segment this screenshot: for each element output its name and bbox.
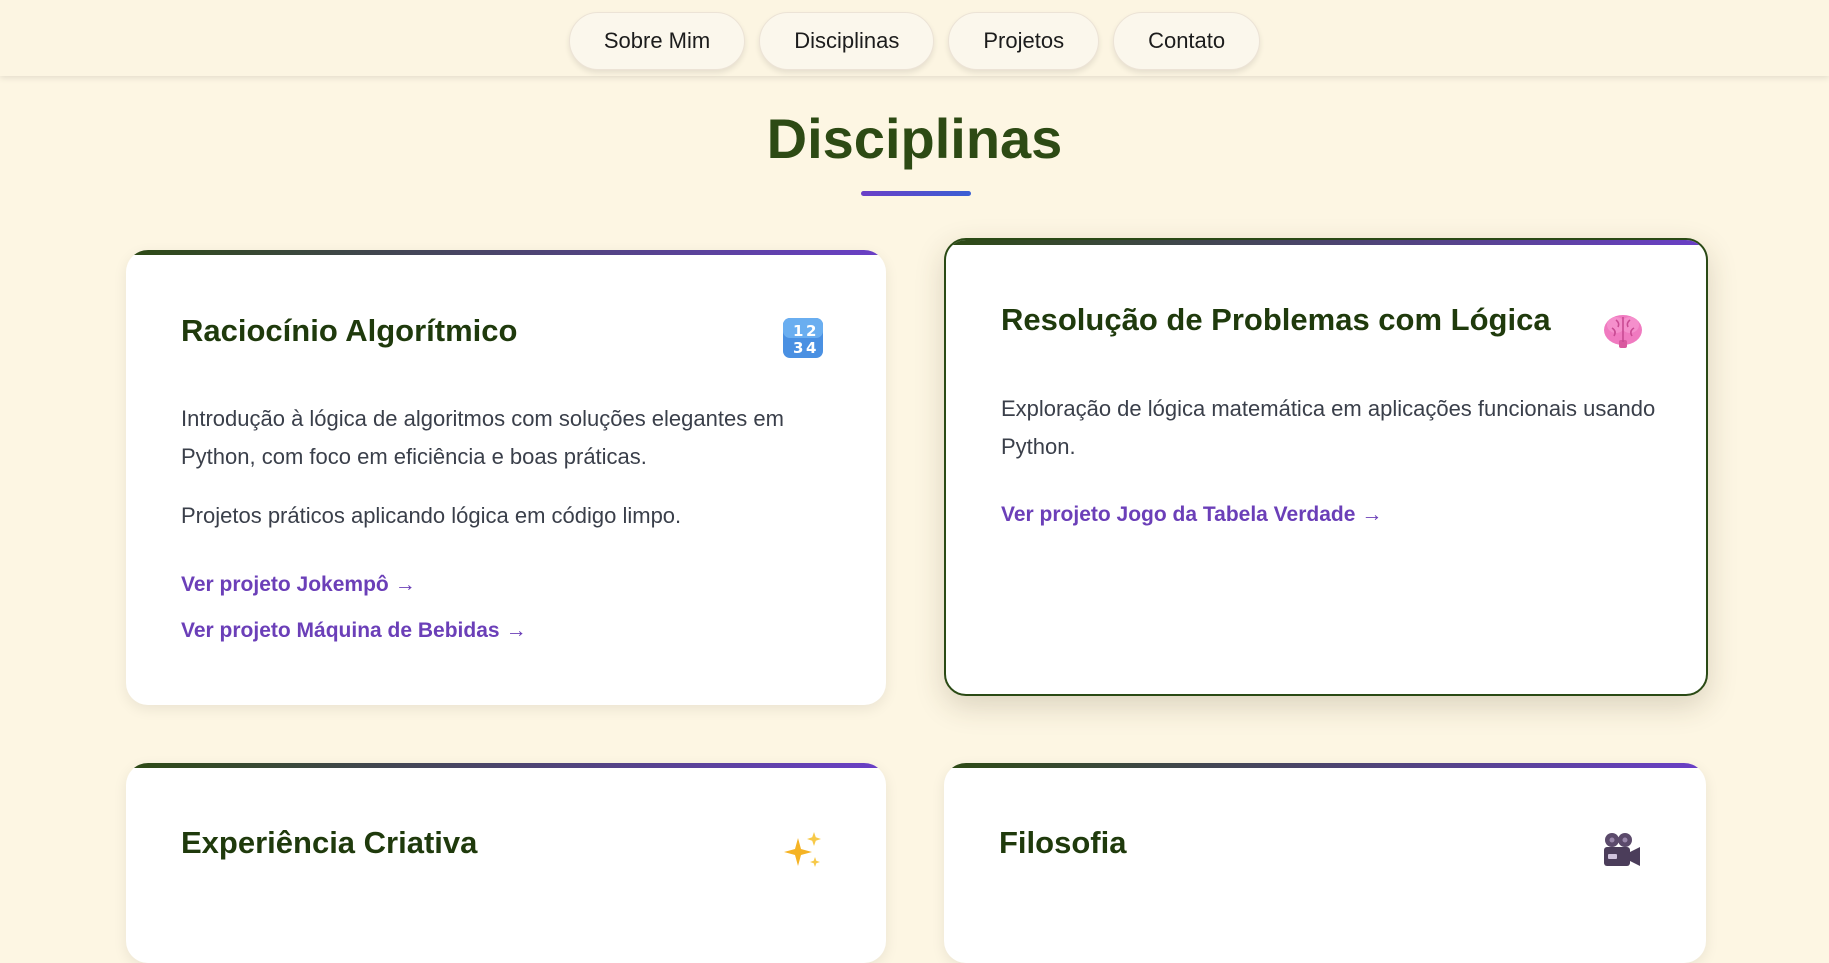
course-card-raciocinio: Raciocínio Algorítmico 1 2 3 4 Introduçã… — [126, 250, 886, 705]
card-title: Filosofia — [999, 825, 1127, 860]
link-label: Ver projeto Jokempô — [181, 573, 389, 596]
card-description: Exploração de lógica matemática em aplic… — [1001, 396, 1656, 459]
link-jogo-tabela-verdade[interactable]: Ver projeto Jogo da Tabela Verdade → — [1001, 500, 1382, 530]
nav-contato-button[interactable]: Contato — [1113, 12, 1261, 70]
movie-camera-icon — [1604, 833, 1640, 866]
arrow-right-icon: → — [1361, 503, 1383, 526]
top-navigation: Sobre Mim Disciplinas Projetos Contato — [0, 0, 1829, 76]
link-jokempo[interactable]: Ver projeto Jokempô → — [181, 570, 416, 600]
nav-projetos-button[interactable]: Projetos — [948, 12, 1100, 70]
svg-text:1: 1 — [793, 322, 803, 340]
svg-text:3: 3 — [793, 339, 803, 357]
course-card-experiencia-criativa: Experiência Criativa — [126, 763, 886, 963]
card-title: Raciocínio Algorítmico — [181, 313, 518, 348]
card-description-secondary: Projetos práticos aplicando lógica em có… — [181, 503, 682, 528]
arrow-right-icon: → — [394, 573, 416, 596]
sparkles-icon — [784, 832, 821, 867]
title-underline — [861, 191, 971, 196]
course-card-resolucao-problemas: Resolução de Problemas com Lógica Explor… — [944, 238, 1708, 696]
card-title: Resolução de Problemas com Lógica — [1001, 302, 1551, 337]
nav-disciplinas-button[interactable]: Disciplinas — [759, 12, 935, 70]
brain-icon — [1604, 315, 1642, 348]
card-title: Experiência Criativa — [181, 825, 478, 860]
arrow-right-icon: → — [505, 619, 527, 642]
nav-sobre-mim-button[interactable]: Sobre Mim — [568, 12, 746, 70]
card-description: Introdução à lógica de algoritmos com so… — [181, 406, 784, 469]
link-maquina-de-bebidas[interactable]: Ver projeto Máquina de Bebidas → — [181, 616, 527, 646]
course-card-filosofia: Filosofia — [944, 763, 1706, 963]
svg-text:4: 4 — [806, 339, 816, 357]
svg-text:2: 2 — [806, 322, 816, 340]
link-label: Ver projeto Máquina de Bebidas — [181, 619, 500, 642]
numbers-1234-icon: 1 2 3 4 — [783, 318, 823, 358]
section-title: Disciplinas — [766, 107, 1063, 170]
link-label: Ver projeto Jogo da Tabela Verdade — [1001, 503, 1356, 526]
